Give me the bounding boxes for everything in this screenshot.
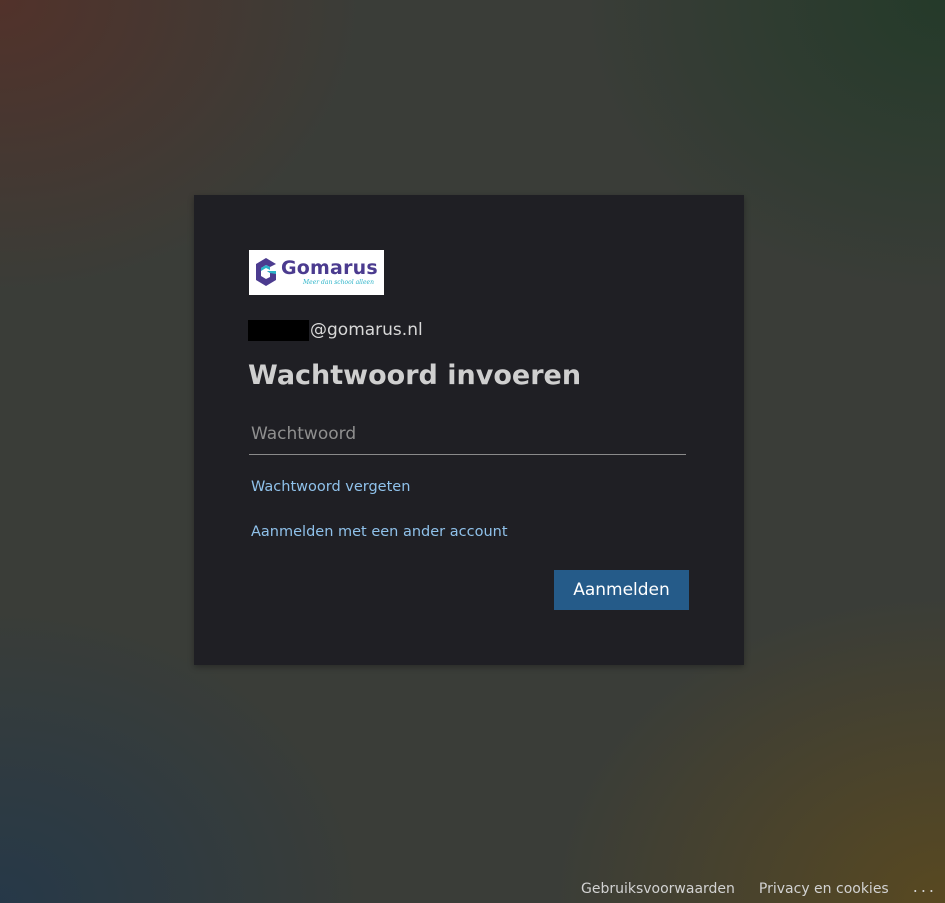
redacted-username bbox=[248, 319, 309, 341]
password-field bbox=[249, 416, 690, 455]
logo-tagline: Meer dan school alleen bbox=[303, 279, 374, 286]
gomarus-logo-icon bbox=[256, 258, 276, 286]
password-input[interactable] bbox=[249, 416, 690, 452]
account-identity: @gomarus.nl bbox=[248, 319, 423, 341]
other-account-link[interactable]: Aanmelden met een ander account bbox=[251, 524, 508, 540]
account-domain: @gomarus.nl bbox=[310, 320, 423, 340]
gomarus-logo: Gomarus Meer dan school alleen bbox=[249, 250, 384, 295]
sign-in-button[interactable]: Aanmelden bbox=[554, 570, 689, 610]
privacy-link[interactable]: Privacy en cookies bbox=[759, 881, 889, 897]
logo-wordmark: Gomarus bbox=[281, 257, 378, 279]
more-options-icon[interactable]: ... bbox=[913, 877, 937, 900]
page-title: Wachtwoord invoeren bbox=[248, 360, 582, 391]
page-footer: Gebruiksvoorwaarden Privacy en cookies .… bbox=[581, 877, 937, 900]
forgot-password-link[interactable]: Wachtwoord vergeten bbox=[251, 479, 410, 495]
terms-link[interactable]: Gebruiksvoorwaarden bbox=[581, 881, 735, 897]
sign-in-card: Gomarus Meer dan school alleen @gomarus.… bbox=[194, 195, 744, 665]
